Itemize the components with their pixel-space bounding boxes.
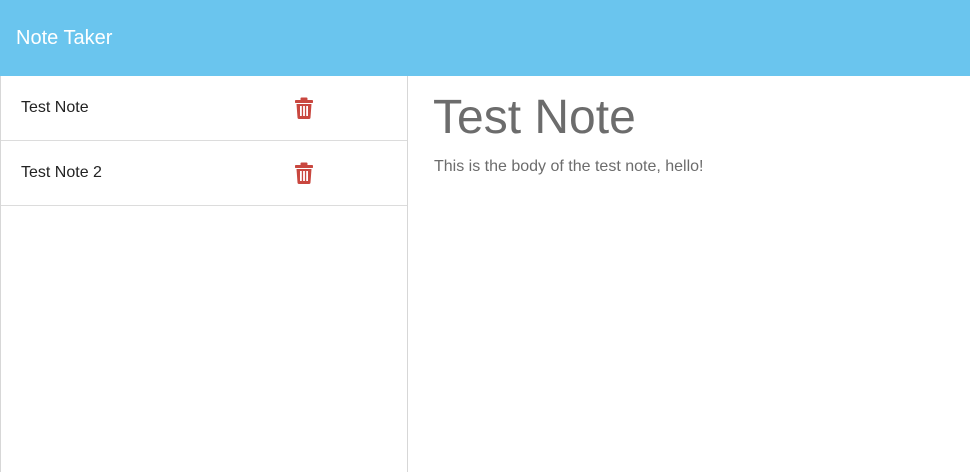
note-title[interactable]: Test Note (21, 98, 89, 118)
notes-list: Test Note Test Note 2 (1, 76, 407, 206)
note-title[interactable]: Test Note 2 (21, 163, 102, 183)
app-title[interactable]: Note Taker (16, 25, 112, 51)
list-item[interactable]: Test Note (1, 76, 407, 141)
trash-icon[interactable] (295, 162, 313, 184)
note-title-input[interactable]: Test Note (433, 90, 636, 146)
note-body-textarea[interactable]: This is the body of the test note, hello… (434, 156, 704, 178)
list-item[interactable]: Test Note 2 (1, 141, 407, 206)
trash-icon[interactable] (295, 97, 313, 119)
notes-sidebar: Test Note Test Note 2 (0, 76, 408, 472)
navbar: Note Taker (0, 0, 970, 76)
note-editor: Test Note This is the body of the test n… (408, 76, 970, 472)
